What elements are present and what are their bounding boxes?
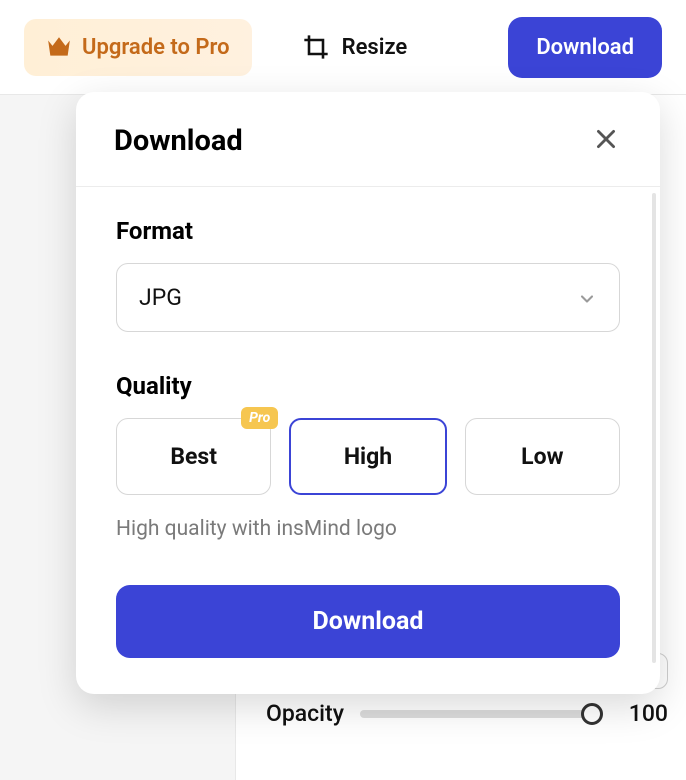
opacity-row: Opacity 100 xyxy=(266,700,668,727)
quality-options: Best Pro High Low xyxy=(116,418,620,495)
quality-hint: High quality with insMind logo xyxy=(116,517,620,541)
resize-label: Resize xyxy=(342,35,408,60)
download-modal: Download Format JPG Quality Best Pro Hig… xyxy=(76,92,660,694)
chevron-down-icon xyxy=(577,288,597,308)
modal-title: Download xyxy=(114,124,243,158)
opacity-slider-thumb[interactable] xyxy=(581,703,603,725)
opacity-value: 100 xyxy=(618,700,668,727)
close-button[interactable] xyxy=(590,125,622,157)
quality-section-label: Quality xyxy=(116,372,620,400)
download-confirm-button[interactable]: Download xyxy=(116,585,620,658)
crown-icon xyxy=(46,36,72,58)
quality-option-label: Best xyxy=(170,443,217,470)
opacity-label: Opacity xyxy=(266,700,344,727)
quality-option-label: High xyxy=(344,443,392,470)
quality-option-high[interactable]: High xyxy=(289,418,446,495)
format-section-label: Format xyxy=(116,217,620,245)
pro-badge: Pro xyxy=(241,407,278,429)
opacity-slider[interactable] xyxy=(360,710,602,718)
quality-option-best[interactable]: Best Pro xyxy=(116,418,271,495)
download-confirm-label: Download xyxy=(313,607,424,636)
quality-option-label: Low xyxy=(521,443,563,470)
upgrade-to-pro-button[interactable]: Upgrade to Pro xyxy=(24,19,252,76)
quality-option-low[interactable]: Low xyxy=(465,418,620,495)
modal-header: Download xyxy=(76,92,660,187)
resize-button[interactable]: Resize xyxy=(302,33,408,61)
upgrade-label: Upgrade to Pro xyxy=(82,35,230,60)
format-select-value: JPG xyxy=(139,284,182,311)
top-toolbar: Upgrade to Pro Resize Download xyxy=(0,0,686,95)
download-button[interactable]: Download xyxy=(508,17,662,78)
crop-icon xyxy=(302,33,330,61)
close-icon xyxy=(593,126,619,156)
format-select[interactable]: JPG xyxy=(116,263,620,332)
modal-body: Format JPG Quality Best Pro High Low Hig… xyxy=(76,187,660,694)
download-button-label: Download xyxy=(536,35,634,60)
modal-scrollbar[interactable] xyxy=(652,193,656,663)
